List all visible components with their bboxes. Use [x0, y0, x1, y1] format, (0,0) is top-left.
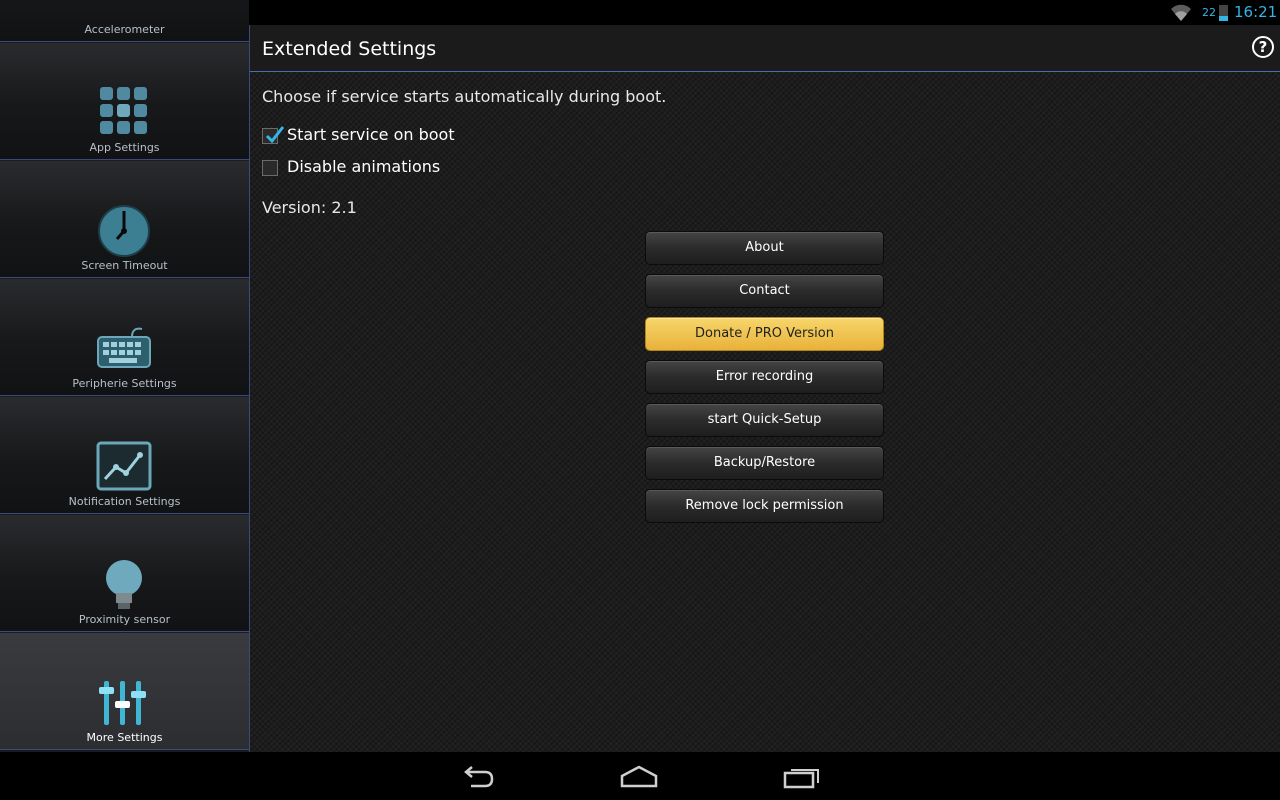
- page-title: Extended Settings: [262, 38, 437, 60]
- battery-percent: 22: [1202, 6, 1216, 19]
- clock-icon: [98, 205, 150, 257]
- sidebar-item-label: More Settings: [86, 731, 163, 744]
- contact-button[interactable]: Contact: [645, 274, 884, 308]
- recent-apps-icon[interactable]: [782, 764, 822, 790]
- wifi-icon: [1171, 4, 1191, 21]
- sidebar: Accelerometer App Settings Screen Timeou…: [0, 0, 250, 752]
- version-text: Version: 2.1: [262, 198, 357, 217]
- disable-animations-label: Disable animations: [287, 157, 441, 176]
- start-on-boot-label: Start service on boot: [287, 125, 455, 144]
- lightbulb-icon: [106, 560, 142, 609]
- error-recording-button[interactable]: Error recording: [645, 360, 884, 394]
- app-grid-icon: [100, 87, 147, 134]
- backup-restore-button[interactable]: Backup/Restore: [645, 446, 884, 480]
- sliders-icon: [99, 681, 146, 725]
- remove-lock-permission-button[interactable]: Remove lock permission: [645, 489, 884, 523]
- keyboard-icon: [97, 327, 151, 368]
- sidebar-item-label: Notification Settings: [68, 495, 181, 508]
- start-on-boot-checkbox[interactable]: [262, 126, 285, 144]
- navigation-bar: [0, 752, 1280, 800]
- sidebar-item-label: Proximity sensor: [78, 613, 171, 626]
- chart-icon: [96, 441, 152, 491]
- donate-pro-button[interactable]: Donate / PRO Version: [645, 317, 884, 351]
- sidebar-item-peripherie-settings[interactable]: Peripherie Settings: [0, 279, 249, 396]
- sidebar-item-app-settings[interactable]: App Settings: [0, 43, 249, 160]
- battery-icon: [1219, 5, 1228, 21]
- sidebar-item-notification-settings[interactable]: Notification Settings: [0, 397, 249, 514]
- sidebar-item-proximity-sensor[interactable]: Proximity sensor: [0, 515, 249, 632]
- sidebar-item-accelerometer[interactable]: Accelerometer: [0, 0, 249, 42]
- sidebar-item-label: Screen Timeout: [81, 259, 168, 272]
- quick-setup-button[interactable]: start Quick-Setup: [645, 403, 884, 437]
- about-button[interactable]: About: [645, 231, 884, 265]
- sidebar-item-label: App Settings: [89, 141, 160, 154]
- header: Extended Settings ?: [250, 25, 1280, 72]
- sidebar-item-more-settings[interactable]: More Settings: [0, 633, 249, 750]
- main-panel: Extended Settings ? Choose if service st…: [250, 25, 1280, 752]
- sidebar-item-label: Peripherie Settings: [72, 377, 177, 390]
- home-icon[interactable]: [619, 764, 659, 790]
- sidebar-item-label: Accelerometer: [84, 23, 165, 36]
- sidebar-item-screen-timeout[interactable]: Screen Timeout: [0, 161, 249, 278]
- checkmark-icon: [265, 126, 285, 144]
- disable-animations-checkbox[interactable]: [262, 160, 278, 176]
- clock: 16:21: [1234, 3, 1278, 21]
- back-icon[interactable]: [457, 764, 497, 790]
- description-text: Choose if service starts automatically d…: [262, 87, 667, 106]
- help-icon[interactable]: ?: [1252, 36, 1274, 58]
